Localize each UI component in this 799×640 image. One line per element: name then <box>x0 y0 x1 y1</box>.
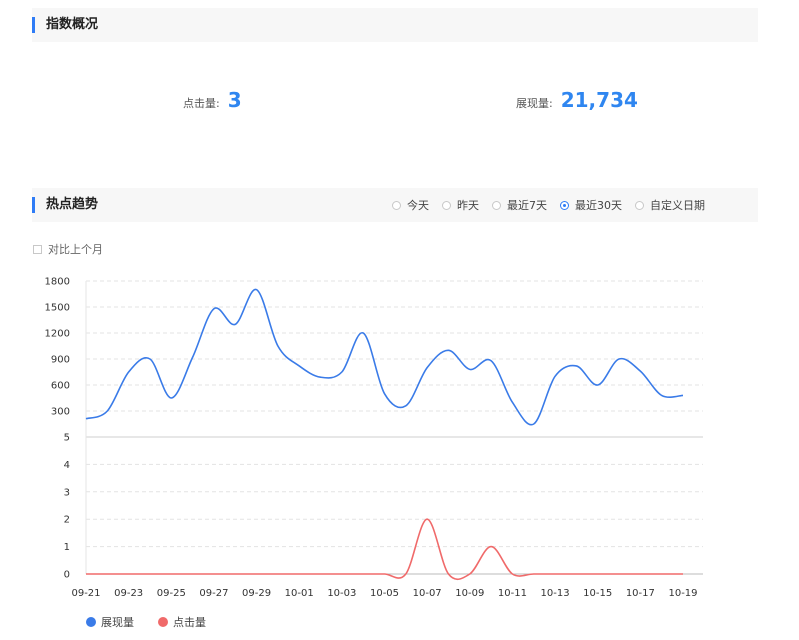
y-tick-label: 5 <box>64 433 70 444</box>
x-tick-label: 10-17 <box>626 588 655 599</box>
y-tick-label: 3 <box>64 487 70 498</box>
legend-item-show[interactable]: 展现量 <box>86 614 134 630</box>
x-tick-label: 10-19 <box>668 588 697 599</box>
y-tick-label: 0 <box>64 570 70 581</box>
y-tick-label: 1800 <box>45 277 70 288</box>
x-tick-label: 10-05 <box>370 588 399 599</box>
x-tick-label: 09-23 <box>114 588 143 599</box>
x-tick-label: 09-29 <box>242 588 271 599</box>
x-tick-label: 10-13 <box>541 588 570 599</box>
y-tick-label: 1 <box>64 542 70 553</box>
x-tick-label: 10-15 <box>583 588 612 599</box>
legend-item-click[interactable]: 点击量 <box>158 614 206 630</box>
series-line-show <box>85 288 684 426</box>
y-tick-label: 1200 <box>45 329 70 340</box>
chart-legend: 展现量 点击量 <box>86 614 230 630</box>
x-tick-label: 10-11 <box>498 588 527 599</box>
y-tick-label: 1500 <box>45 303 70 314</box>
y-tick-label: 2 <box>64 515 70 526</box>
legend-swatch-show <box>86 617 96 627</box>
legend-label-click: 点击量 <box>173 616 206 629</box>
y-tick-label: 300 <box>51 407 70 418</box>
series-line-click <box>86 518 683 581</box>
x-tick-label: 10-07 <box>413 588 442 599</box>
x-tick-label: 10-09 <box>455 588 484 599</box>
legend-label-show: 展现量 <box>101 616 134 629</box>
y-tick-label: 4 <box>64 460 70 471</box>
x-tick-label: 09-25 <box>157 588 186 599</box>
trend-chart: 300 600 900 1200 1500 1800 0 1 2 3 4 5 09-21 09-23 09-… <box>45 277 703 599</box>
x-tick-label: 10-01 <box>285 588 314 599</box>
y-tick-label: 600 <box>51 381 70 392</box>
y-tick-label: 900 <box>51 355 70 366</box>
x-tick-label: 09-27 <box>199 588 228 599</box>
x-tick-label: 09-21 <box>71 588 100 599</box>
legend-swatch-click <box>158 617 168 627</box>
x-tick-label: 10-03 <box>327 588 356 599</box>
